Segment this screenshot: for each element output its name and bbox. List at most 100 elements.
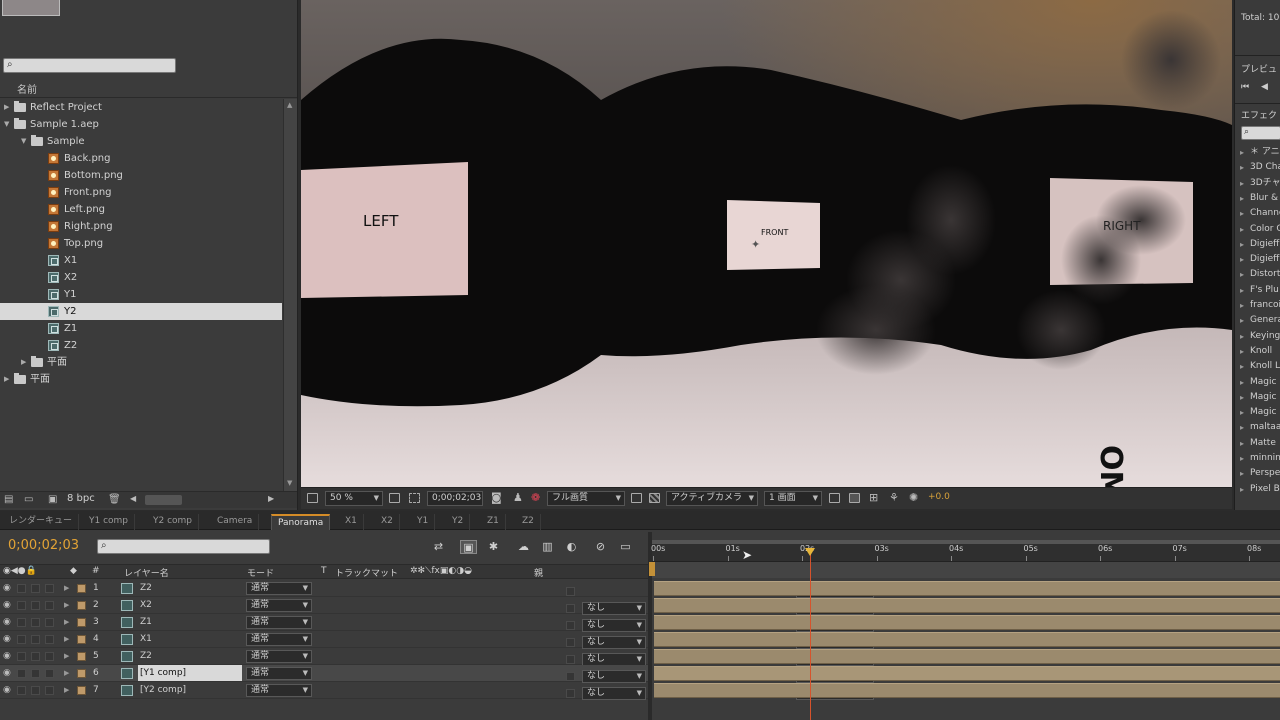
- project-item[interactable]: ▶ 平面: [0, 371, 282, 388]
- current-time-indicator-head[interactable]: [805, 548, 815, 556]
- effect-category[interactable]: Pixel B: [1235, 482, 1280, 497]
- layer-name[interactable]: Z2: [138, 580, 242, 596]
- project-item[interactable]: Right.png: [0, 218, 282, 235]
- tab-3[interactable]: Camera: [211, 514, 260, 530]
- video-visibility-icon[interactable]: ◉: [3, 597, 11, 613]
- twirl-closed-icon[interactable]: ▶: [64, 682, 69, 698]
- layer-row[interactable]: ◉▶6[Y1 comp]通常▼なし▼✲╱fx◎なし▼: [0, 665, 874, 683]
- effect-category[interactable]: Magic: [1235, 405, 1280, 420]
- previous-frame-icon[interactable]: ◀: [1261, 82, 1268, 92]
- layer-name-column-label[interactable]: レイヤー名: [124, 566, 169, 579]
- draft-3d-icon[interactable]: ✱: [485, 540, 502, 554]
- video-visibility-icon[interactable]: ◉: [3, 665, 11, 681]
- project-item[interactable]: Left.png: [0, 201, 282, 218]
- lock-toggle[interactable]: [45, 635, 54, 644]
- project-item[interactable]: X2: [0, 269, 282, 286]
- mask-visibility-icon[interactable]: [409, 493, 420, 503]
- tab-5[interactable]: X1: [339, 514, 364, 530]
- effect-category[interactable]: francoi: [1235, 298, 1280, 313]
- view-layout-select[interactable]: 1 画面 ▼: [764, 491, 822, 506]
- video-visibility-icon[interactable]: ◉: [3, 682, 11, 698]
- effect-category[interactable]: Magic: [1235, 390, 1280, 405]
- first-frame-icon[interactable]: ⏮: [1241, 82, 1249, 92]
- horizontal-scroll-thumb[interactable]: [145, 495, 182, 505]
- effect-category[interactable]: Digieff: [1235, 252, 1280, 267]
- label-color-swatch[interactable]: [77, 652, 86, 661]
- transparency-grid-icon[interactable]: [649, 493, 660, 503]
- twirl-open-icon[interactable]: ▼: [21, 133, 26, 150]
- twirl-closed-icon[interactable]: ▶: [64, 665, 69, 681]
- lock-toggle[interactable]: [45, 601, 54, 610]
- reset-exposure-icon[interactable]: ✺: [909, 491, 918, 504]
- twirl-closed-icon[interactable]: ▶: [21, 354, 26, 371]
- twirl-closed-icon[interactable]: ▶: [4, 371, 9, 388]
- effect-category[interactable]: Knoll L: [1235, 359, 1280, 374]
- tab-9[interactable]: Z1: [481, 514, 506, 530]
- preserve-transparency-toggle[interactable]: [566, 587, 575, 596]
- layer-duration-bar[interactable]: [654, 615, 1280, 630]
- project-item[interactable]: ▼ Sample: [0, 133, 282, 150]
- tab-10[interactable]: Z2: [516, 514, 541, 530]
- layer-duration-bar[interactable]: [654, 598, 1280, 613]
- layer-name[interactable]: [Y2 comp]: [138, 682, 242, 698]
- twirl-open-icon[interactable]: ▼: [4, 116, 9, 133]
- twirl-closed-icon[interactable]: ▶: [4, 99, 9, 116]
- solo-toggle[interactable]: [31, 618, 40, 627]
- project-scrollbar[interactable]: ▲ ▼: [283, 99, 297, 491]
- work-area-bar[interactable]: [649, 562, 1280, 578]
- layer-name[interactable]: X2: [138, 597, 242, 613]
- effect-category[interactable]: Channe: [1235, 206, 1280, 221]
- project-item[interactable]: Front.png: [0, 184, 282, 201]
- comp-mini-flowchart-icon[interactable]: ⇄: [430, 540, 447, 554]
- show-snapshot-icon[interactable]: ♟: [513, 491, 523, 504]
- project-item[interactable]: Z2: [0, 337, 282, 354]
- audio-toggle[interactable]: [17, 601, 26, 610]
- new-folder-icon[interactable]: ▭: [24, 494, 33, 505]
- graph-editor-icon[interactable]: ⊘: [592, 540, 609, 554]
- tab-2[interactable]: Y2 comp: [147, 514, 200, 530]
- effect-category[interactable]: 3D Cha: [1235, 160, 1280, 175]
- preserve-transparency-toggle[interactable]: [566, 621, 575, 630]
- effect-category[interactable]: minnin: [1235, 451, 1280, 466]
- layer-duration-bar[interactable]: [654, 666, 1280, 681]
- lock-toggle[interactable]: [45, 686, 54, 695]
- project-item[interactable]: Y1: [0, 286, 282, 303]
- lock-toggle[interactable]: [45, 669, 54, 678]
- layer-duration-bar[interactable]: [654, 649, 1280, 664]
- preserve-transparency-toggle[interactable]: [566, 672, 575, 681]
- project-item[interactable]: ▶ Reflect Project: [0, 99, 282, 116]
- timeline-search-input[interactable]: ⌕: [97, 539, 270, 554]
- video-visibility-icon[interactable]: ◉: [3, 580, 11, 596]
- twirl-closed-icon[interactable]: ▶: [64, 631, 69, 647]
- motion-blur-icon[interactable]: ◐: [563, 540, 580, 554]
- track-matte-select[interactable]: なし ▼: [582, 687, 646, 700]
- preserve-transparency-toggle[interactable]: [566, 604, 575, 613]
- audio-toggle[interactable]: [17, 584, 26, 593]
- scroll-right-icon[interactable]: ▶: [268, 494, 274, 503]
- audio-toggle[interactable]: [17, 652, 26, 661]
- layer-name[interactable]: Z1: [138, 614, 242, 630]
- shy-layers-icon[interactable]: ☁: [515, 540, 532, 554]
- layer-row[interactable]: ◉▶5Z2通常▼なし▼✲╱fx◎なし▼: [0, 648, 874, 666]
- region-of-interest-icon[interactable]: [631, 493, 642, 503]
- scroll-down-icon[interactable]: ▼: [287, 479, 292, 487]
- label-color-swatch[interactable]: [77, 686, 86, 695]
- tab-4[interactable]: Panorama: [271, 514, 331, 530]
- blend-mode-select[interactable]: 通常▼なし▼✲╱fx◎なし▼: [246, 616, 874, 632]
- solo-toggle[interactable]: [31, 652, 40, 661]
- layer-duration-bar[interactable]: [654, 581, 1280, 596]
- current-time-field[interactable]: 0;00;02;03: [427, 491, 483, 506]
- video-visibility-icon[interactable]: ◉: [3, 648, 11, 664]
- layer-name[interactable]: [Y1 comp]: [138, 665, 242, 681]
- project-item[interactable]: Top.png: [0, 235, 282, 252]
- layer-row[interactable]: ◉▶4X1通常▼なし▼✲╱fx◎なし▼: [0, 631, 874, 649]
- blend-mode-select[interactable]: 通常▼なし▼✲╱fx◎なし▼: [246, 599, 874, 615]
- effect-category[interactable]: Magic: [1235, 375, 1280, 390]
- snapshot-region-icon[interactable]: [307, 493, 318, 503]
- title-safe-icon[interactable]: [389, 493, 400, 503]
- audio-toggle[interactable]: [17, 686, 26, 695]
- effect-category[interactable]: 3Dチャ: [1235, 176, 1280, 191]
- fast-preview-icon[interactable]: [849, 493, 860, 503]
- new-comp-icon[interactable]: ▣: [48, 494, 57, 505]
- timeline-toggle-icon[interactable]: ⊞: [869, 491, 878, 504]
